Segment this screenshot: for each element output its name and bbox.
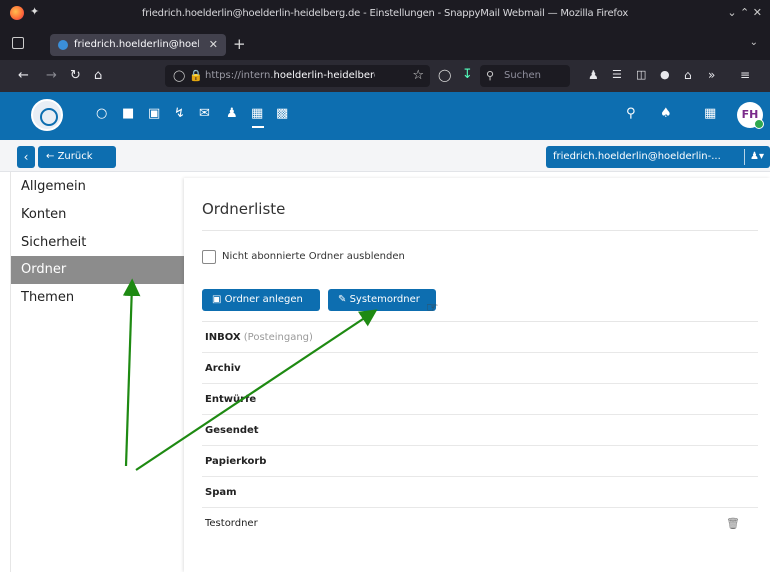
lightning-icon[interactable]: ↯ [174,106,185,121]
pocket-icon[interactable]: ◯ [438,68,451,82]
search-placeholder: Suchen [504,70,542,81]
university-seal-logo[interactable] [31,99,63,131]
reload-icon[interactable]: ↻ [70,68,81,83]
divider [744,149,745,165]
circle-icon[interactable]: ○ [96,106,107,121]
online-status-icon [754,119,764,129]
back-button[interactable]: ← Zurück [38,146,116,168]
sidebar-item-themes[interactable]: Themen [11,284,185,312]
tab-title: friedrich.hoelderlin@hoel [74,39,199,50]
folder-row-inbox[interactable]: INBOX (Posteingang) [202,322,758,353]
sidebar-toggle-icon[interactable]: ◫ [636,68,646,81]
folder-row-sent[interactable]: Gesendet [202,415,758,446]
divider [202,230,758,231]
notifications-icon[interactable]: ♠ [660,106,672,121]
extension-icon[interactable]: ● [660,68,670,81]
window-controls-icon[interactable]: ⌄ ⌃ ✕ [727,6,762,19]
folder-icon[interactable]: ■ [122,106,134,121]
hide-unsubscribed-checkbox[interactable] [202,250,216,264]
mail-icon[interactable]: ✉ [199,106,210,121]
contacts-icon[interactable]: ♟ [226,106,238,121]
folder-settings-panel: Ordnerliste Nicht abonnierte Ordner ausb… [184,178,770,572]
back-icon: ← [46,151,58,162]
sidebar-item-general[interactable]: Allgemein [11,173,185,201]
search-icon: ⚲ [486,69,495,82]
settings-toolbar: ‹ ← Zurück friedrich.hoelderlin@hoelderl… [0,140,770,172]
home-icon[interactable]: ⌂ [94,68,102,83]
window-title: friedrich.hoelderlin@hoelderlin-heidelbe… [141,8,629,19]
url-bar[interactable]: ◯ 🔒 https://intern.hoelderlin-heidelberg… [165,65,430,87]
hide-unsubscribed-label[interactable]: Nicht abonnierte Ordner ausblenden [222,251,405,262]
browser-nav-bar: ← → ↻ ⌂ ◯ 🔒 https://intern.hoelderlin-he… [0,60,770,92]
page-title: Ordnerliste [202,200,286,218]
extensions-puzzle-icon[interactable]: ⌂ [684,68,692,82]
app-search-icon[interactable]: ⚲ [626,106,636,121]
list-tabs-icon[interactable]: ⌄ [750,37,758,48]
hamburger-menu-icon[interactable]: ≡ [740,68,750,82]
app-top-bar: ○ ■ ▣ ↯ ✉ ♟ ▦ ▩ ⚲ ♠ ▦ FH [0,92,770,140]
mouse-pointer-icon: ☞ [426,300,439,316]
image-icon[interactable]: ▣ [148,106,160,121]
folder-row-spam[interactable]: Spam [202,477,758,508]
url-text[interactable]: https://intern.hoelderlin-heidelberg [205,70,375,81]
wrench-icon: ✎ [338,294,350,305]
bookmark-star-icon[interactable]: ☆ [412,68,424,83]
back-arrow-button[interactable]: ‹ [17,146,35,168]
folder-row-test[interactable]: Testordner 🗑 [202,508,758,539]
folder-row-trash[interactable]: Papierkorb [202,446,758,477]
active-app-indicator [252,126,264,128]
forward-arrow-icon[interactable]: → [46,68,57,83]
settings-sidebar: Allgemein Konten Sicherheit Ordner Theme… [10,172,185,572]
browser-tab[interactable]: friedrich.hoelderlin@hoel ✕ [50,34,226,56]
tab-overview-icon[interactable] [12,37,24,49]
account-icon[interactable]: ♟ [588,68,599,82]
user-dropdown-icon[interactable]: ♟▾ [750,146,764,168]
avatar[interactable]: FH [737,102,764,129]
browser-search-box[interactable]: ⚲ Suchen [480,65,570,87]
back-arrow-icon[interactable]: ← [18,68,29,83]
sidebar-item-security[interactable]: Sicherheit [11,229,185,257]
tracking-shield-icon[interactable]: ◯ [173,69,185,82]
add-folder-icon: ▣ [212,294,225,305]
sidebar-item-accounts[interactable]: Konten [11,201,185,229]
lock-icon[interactable]: 🔒 [189,69,203,82]
sidebar-item-folders[interactable]: Ordner [11,256,185,284]
new-tab-icon[interactable]: + [233,35,246,53]
system-folders-button[interactable]: ✎ Systemordner [328,289,436,311]
browser-title-bar: ✦ friedrich.hoelderlin@hoelderlin-heidel… [0,0,770,30]
delete-folder-icon[interactable]: 🗑 [726,508,740,539]
briefcase-icon[interactable]: ▩ [276,106,288,121]
account-button[interactable]: friedrich.hoelderlin@hoelderlin-... ♟▾ [546,146,770,168]
calendar-icon[interactable]: ▦ [251,106,263,121]
download-icon[interactable]: ↧ [462,67,473,82]
folder-row-drafts[interactable]: Entwürfe [202,384,758,415]
tab-favicon-icon [58,40,68,50]
overflow-chevron-icon[interactable]: » [708,68,715,82]
close-tab-icon[interactable]: ✕ [209,38,218,51]
library-icon[interactable]: ☰ [612,68,622,81]
create-folder-button[interactable]: ▣ Ordner anlegen [202,289,320,311]
folder-row-archive[interactable]: Archiv [202,353,758,384]
browser-tab-bar: friedrich.hoelderlin@hoel ✕ + ⌄ [0,30,770,60]
contacts-menu-icon[interactable]: ▦ [704,106,716,121]
